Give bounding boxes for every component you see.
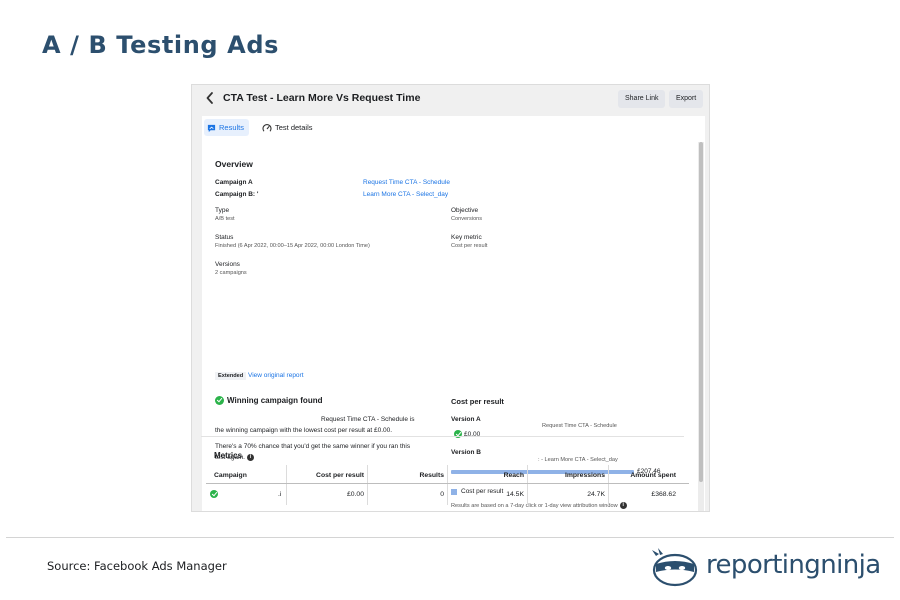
tab-test-details[interactable]: Test details <box>259 119 318 136</box>
row-impressions: 24.7K <box>587 491 605 498</box>
version-b-label: Version B <box>451 449 481 456</box>
campaign-a-label: Campaign A <box>215 179 253 186</box>
slide-title: A / B Testing Ads <box>42 31 280 59</box>
campaign-b-link[interactable]: Learn More CTA - Select_day <box>363 191 448 198</box>
tab-bar: Results Test details <box>202 116 692 138</box>
key-metric-label: Key metric <box>451 234 482 241</box>
column-header-cost-per-result[interactable]: Cost per result <box>316 472 364 479</box>
gauge-icon <box>262 124 272 132</box>
footer-divider <box>6 537 894 538</box>
reportingninja-logo: reportingninja <box>650 548 881 588</box>
winner-line-1: Request Time CTA - Schedule is <box>321 416 415 423</box>
column-header-campaign[interactable]: Campaign <box>214 472 247 479</box>
row-cost-per-result: £0.00 <box>346 491 364 498</box>
window-header: CTA Test - Learn More Vs Request Time Sh… <box>192 85 709 115</box>
info-icon[interactable]: i <box>247 454 254 461</box>
column-header-reach[interactable]: Reach <box>504 472 524 479</box>
share-link-button[interactable]: Share Link <box>618 90 666 108</box>
metrics-table: Campaign Cost per result Results Reach I… <box>206 465 690 507</box>
column-divider <box>608 465 609 505</box>
column-divider <box>447 465 448 505</box>
column-header-impressions[interactable]: Impressions <box>565 472 605 479</box>
row-reach: 14.5K <box>506 491 524 498</box>
tab-test-details-label: Test details <box>275 123 313 132</box>
campaign-b-label: Campaign B: ' <box>215 191 259 198</box>
results-panel: Results Test details Overview Campaign A… <box>202 116 705 511</box>
key-metric-value: Cost per result <box>451 243 488 249</box>
metrics-heading: Metrics <box>214 451 243 460</box>
column-header-results[interactable]: Results <box>419 472 444 479</box>
chat-chart-icon <box>207 124 216 132</box>
row-amount-spent: £368.62 <box>651 491 676 498</box>
objective-label: Objective <box>451 207 479 214</box>
cost-per-result-heading: Cost per result <box>451 397 504 406</box>
source-caption: Source: Facebook Ads Manager <box>47 559 227 573</box>
status-label: Status <box>215 234 234 241</box>
chevron-left-icon[interactable] <box>205 91 219 107</box>
check-circle-icon <box>215 396 224 405</box>
type-label: Type <box>215 207 230 214</box>
tab-results[interactable]: Results <box>204 119 250 136</box>
column-divider <box>527 465 528 505</box>
ads-manager-screenshot: CTA Test - Learn More Vs Request Time Sh… <box>191 84 710 512</box>
winning-campaign-heading: Winning campaign found <box>227 396 323 405</box>
column-divider <box>286 465 287 505</box>
column-divider <box>367 465 368 505</box>
scrollbar-thumb[interactable] <box>699 142 703 482</box>
view-original-report-link[interactable]: View original report <box>248 372 304 379</box>
row-check-icon <box>210 490 218 498</box>
test-title: CTA Test - Learn More Vs Request Time <box>223 92 421 104</box>
version-a-label: Version A <box>451 416 481 423</box>
version-b-campaign: : - Learn More CTA - Select_day <box>538 457 618 463</box>
scrollbar[interactable] <box>698 142 704 511</box>
objective-value: Conversions <box>451 216 483 222</box>
versions-value: 2 campaigns <box>215 270 247 276</box>
version-a-campaign: Request Time CTA - Schedule <box>542 423 617 429</box>
overview-heading: Overview <box>215 159 253 169</box>
table-header-rule <box>206 483 689 484</box>
ninja-icon <box>652 548 698 587</box>
versions-label: Versions <box>215 261 240 268</box>
extended-badge: Extended <box>215 372 247 380</box>
column-header-amount-spent[interactable]: Amount spent <box>630 472 676 479</box>
type-value: A/B test <box>215 216 235 222</box>
tab-results-label: Results <box>219 123 245 132</box>
row-campaign-name[interactable]: .i <box>278 491 281 498</box>
export-button[interactable]: Export <box>669 90 704 108</box>
metrics-divider <box>201 436 684 437</box>
winner-line-2: the winning campaign with the lowest cos… <box>215 427 393 434</box>
chance-line-1: There's a 70% chance that you'd get the … <box>215 443 411 450</box>
campaign-a-link[interactable]: Request Time CTA - Schedule <box>363 179 450 186</box>
row-results: 0 <box>440 491 444 498</box>
status-value: Finished (6 Apr 2022, 00:00–15 Apr 2022,… <box>215 243 370 249</box>
logo-wordmark: reportingninja <box>706 550 881 580</box>
